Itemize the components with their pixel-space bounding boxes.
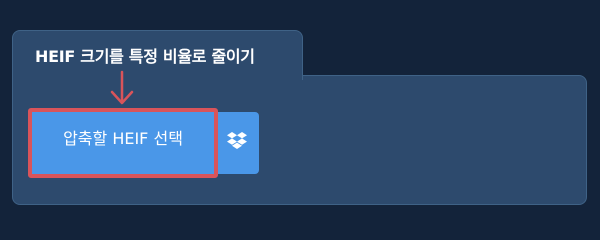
select-heif-button[interactable]: 압축할 HEIF 선택 [32, 112, 214, 174]
panel-tab: HEIF 크기를 특정 비율로 줄이기 [12, 30, 303, 80]
panel-title: HEIF 크기를 특정 비율로 줄이기 [35, 47, 255, 66]
dropbox-button[interactable] [214, 112, 259, 174]
down-arrow-icon [110, 70, 134, 105]
dropbox-icon [226, 132, 247, 149]
